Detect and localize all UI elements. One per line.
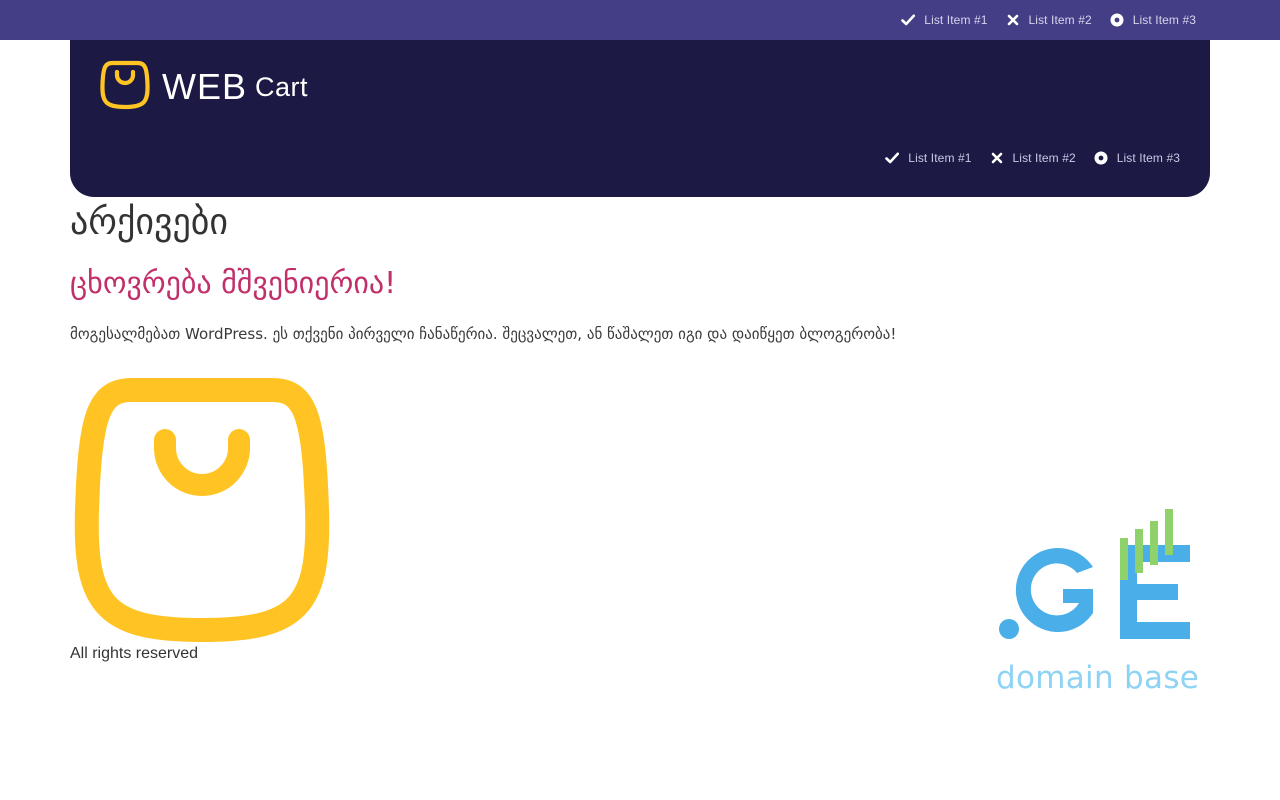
dot-circle-icon	[1110, 13, 1124, 27]
header-list-item-2[interactable]: List Item #2	[990, 151, 1076, 165]
top-list-item-label: List Item #1	[924, 13, 988, 27]
site-header: WEB Cart List Item #1 List Item #2 List …	[70, 40, 1210, 197]
site-logo[interactable]: WEB Cart	[100, 60, 308, 114]
top-list-item-3[interactable]: List Item #3	[1110, 13, 1196, 27]
top-list-item-1[interactable]: List Item #1	[901, 13, 987, 27]
header-list-item-label: List Item #1	[908, 151, 972, 165]
header-list-item-1[interactable]: List Item #1	[885, 151, 971, 165]
check-icon	[901, 13, 916, 27]
close-icon	[990, 151, 1004, 165]
close-icon	[1006, 13, 1020, 27]
header-list-item-label: List Item #3	[1116, 151, 1180, 165]
post-title-link[interactable]: ცხოვრება მშვენიერია!	[70, 266, 396, 301]
shopping-bag-icon	[70, 378, 334, 643]
check-icon	[885, 151, 900, 165]
logo-subword: Cart	[255, 71, 309, 102]
shopping-bag-icon	[100, 60, 150, 114]
post-excerpt: მოგესალმებათ WordPress. ეს თქვენი პირველ…	[70, 325, 897, 343]
header-list-item-3[interactable]: List Item #3	[1094, 151, 1180, 165]
page-title: არქივები	[70, 202, 229, 243]
top-icon-list: List Item #1 List Item #2 List Item #3	[901, 0, 1196, 40]
top-bar: List Item #1 List Item #2 List Item #3	[0, 0, 1280, 40]
header-list-item-label: List Item #2	[1012, 151, 1076, 165]
top-list-item-label: List Item #3	[1132, 13, 1196, 27]
top-list-item-2[interactable]: List Item #2	[1006, 13, 1092, 27]
top-list-item-label: List Item #2	[1028, 13, 1092, 27]
logo-word: WEB	[162, 66, 248, 107]
dot-circle-icon	[1094, 151, 1108, 165]
header-icon-list: List Item #1 List Item #2 List Item #3	[885, 148, 1180, 168]
copyright-text: All rights reserved	[70, 645, 199, 662]
ge-domain-text: domain base	[996, 660, 1200, 696]
